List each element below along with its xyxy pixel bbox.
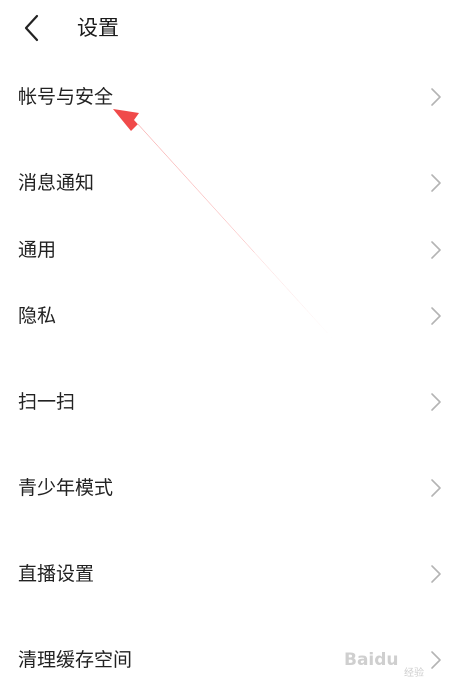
chevron-right-icon [431,307,441,325]
menu-item-label: 隐私 [18,305,57,327]
menu-item-label: 清理缓存空间 [18,649,133,671]
watermark-brand: Baidu [344,650,399,670]
menu-item-notifications[interactable]: 消息通知 [0,157,460,209]
menu-item-general[interactable]: 通用 [0,224,460,276]
menu-item-label: 直播设置 [18,563,95,585]
page-title: 设置 [77,16,119,40]
chevron-right-icon [431,88,441,106]
chevron-right-icon [431,241,441,259]
chevron-right-icon [431,393,441,411]
menu-item-label: 通用 [18,239,57,261]
chevron-left-icon [24,14,39,42]
menu-item-label: 扫一扫 [18,391,76,413]
menu-item-label: 帐号与安全 [18,86,114,108]
chevron-right-icon [431,479,441,497]
menu-item-label: 消息通知 [18,172,95,194]
menu-item-privacy[interactable]: 隐私 [0,290,460,342]
chevron-right-icon [431,174,441,192]
baidu-watermark: Baidu 经验 [342,640,446,680]
menu-item-live-settings[interactable]: 直播设置 [0,548,460,600]
top-bar: 设置 [0,0,460,56]
menu-item-label: 青少年模式 [18,477,114,499]
menu-item-account-security[interactable]: 帐号与安全 [0,71,460,123]
back-button[interactable] [16,12,48,44]
chevron-right-icon [431,565,441,583]
menu-item-scan[interactable]: 扫一扫 [0,376,460,428]
watermark-sub: 经验 [404,668,424,679]
menu-item-teen-mode[interactable]: 青少年模式 [0,462,460,514]
